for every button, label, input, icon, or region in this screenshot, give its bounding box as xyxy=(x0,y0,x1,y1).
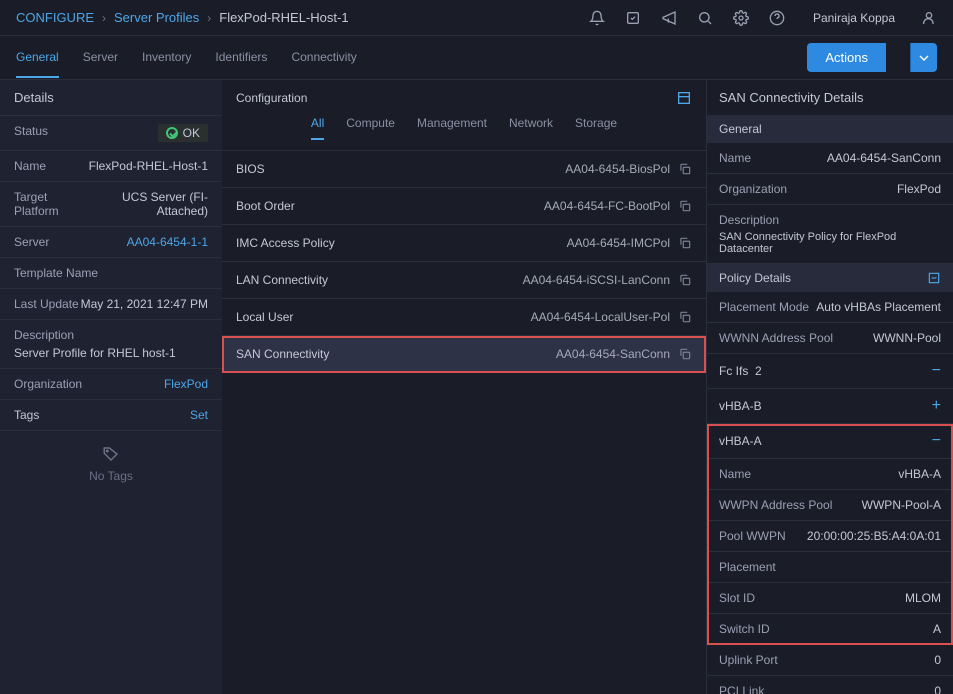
copy-icon[interactable] xyxy=(678,273,692,287)
search-icon[interactable] xyxy=(697,10,713,26)
config-tab-network[interactable]: Network xyxy=(509,116,553,140)
tab-identifiers[interactable]: Identifiers xyxy=(215,38,267,78)
breadcrumb: CONFIGURE › Server Profiles › FlexPod-RH… xyxy=(16,10,589,25)
tag-icon xyxy=(102,445,120,463)
config-tab-all[interactable]: All xyxy=(311,116,324,140)
config-row[interactable]: LAN ConnectivityAA04-6454-iSCSI-LanConn xyxy=(222,262,706,299)
announce-icon[interactable] xyxy=(661,10,677,26)
status-badge: OK xyxy=(158,124,208,142)
user-icon[interactable] xyxy=(921,10,937,26)
plus-icon: + xyxy=(932,397,941,415)
chevron-right-icon: › xyxy=(102,11,106,25)
status-label: Status xyxy=(14,124,48,142)
config-tab-management[interactable]: Management xyxy=(417,116,487,140)
vhba-a-row[interactable]: vHBA-A − xyxy=(707,424,953,459)
copy-icon[interactable] xyxy=(678,199,692,213)
chevron-down-icon xyxy=(919,53,929,63)
tab-general[interactable]: General xyxy=(16,38,59,78)
tab-inventory[interactable]: Inventory xyxy=(142,38,191,78)
config-title: Configuration xyxy=(236,91,307,105)
san-general-band: General xyxy=(707,115,953,143)
actions-dropdown[interactable] xyxy=(910,43,937,72)
policy-details-band: Policy Details xyxy=(707,264,953,292)
config-tab-compute[interactable]: Compute xyxy=(346,116,395,140)
tab-connectivity[interactable]: Connectivity xyxy=(291,38,356,78)
tab-server[interactable]: Server xyxy=(83,38,118,78)
details-header: Details xyxy=(0,80,222,115)
actions-button[interactable]: Actions xyxy=(807,43,886,72)
profile-name: FlexPod-RHEL-Host-1 xyxy=(89,159,208,173)
expand-icon[interactable] xyxy=(676,90,692,106)
server-link[interactable]: AA04-6454-1-1 xyxy=(127,235,208,249)
config-row[interactable]: IMC Access PolicyAA04-6454-IMCPol xyxy=(222,225,706,262)
task-icon[interactable] xyxy=(625,10,641,26)
copy-icon[interactable] xyxy=(678,310,692,324)
breadcrumb-root[interactable]: CONFIGURE xyxy=(16,10,94,25)
tags-label: Tags xyxy=(14,408,39,422)
config-tab-storage[interactable]: Storage xyxy=(575,116,617,140)
bell-icon[interactable] xyxy=(589,10,605,26)
copy-icon[interactable] xyxy=(678,236,692,250)
config-row[interactable]: SAN ConnectivityAA04-6454-SanConn xyxy=(222,336,706,373)
collapse-icon[interactable] xyxy=(927,271,941,285)
config-row[interactable]: Boot OrderAA04-6454-FC-BootPol xyxy=(222,188,706,225)
breadcrumb-current: FlexPod-RHEL-Host-1 xyxy=(219,10,348,25)
no-tags: No Tags xyxy=(0,431,222,497)
check-circle-icon xyxy=(166,127,178,139)
copy-icon[interactable] xyxy=(678,347,692,361)
tags-set-link[interactable]: Set xyxy=(190,408,208,422)
config-row[interactable]: BIOSAA04-6454-BiosPol xyxy=(222,151,706,188)
fc-ifs-row[interactable]: Fc Ifs 2 − xyxy=(707,354,953,389)
config-row[interactable]: Local UserAA04-6454-LocalUser-Pol xyxy=(222,299,706,336)
minus-icon: − xyxy=(932,362,941,380)
chevron-right-icon: › xyxy=(207,11,211,25)
help-icon[interactable] xyxy=(769,10,785,26)
org-link[interactable]: FlexPod xyxy=(164,377,208,391)
vhba-b-row[interactable]: vHBA-B + xyxy=(707,389,953,424)
username[interactable]: Paniraja Koppa xyxy=(813,11,895,25)
san-title: SAN Connectivity Details xyxy=(707,80,953,115)
copy-icon[interactable] xyxy=(678,162,692,176)
gear-icon[interactable] xyxy=(733,10,749,26)
breadcrumb-parent[interactable]: Server Profiles xyxy=(114,10,199,25)
minus-icon: − xyxy=(932,432,941,450)
